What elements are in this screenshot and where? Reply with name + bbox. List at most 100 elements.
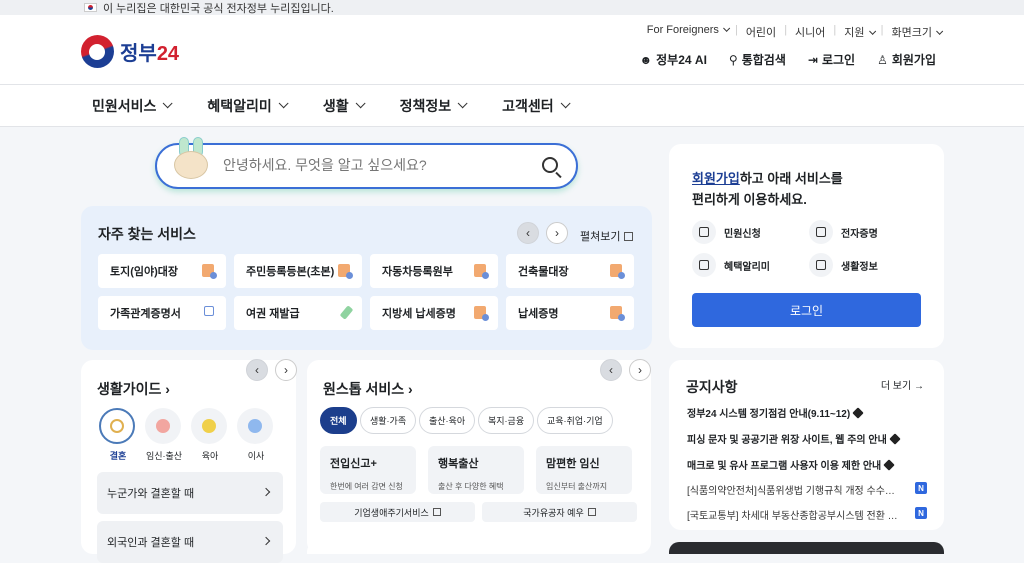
chevron-down-icon <box>868 27 876 35</box>
notice-item[interactable]: [국토교통부] 차세대 부동산종합공부시스템 전환 안내 N <box>687 507 927 521</box>
service-building-register[interactable]: 건축물대장 <box>506 254 634 288</box>
onestop-title[interactable]: 원스톱 서비스 › <box>323 379 413 399</box>
integrated-search-button[interactable]: ⚲ 통합검색 <box>729 51 786 68</box>
notice-item[interactable]: 정부24 시스템 정기점검 안내(9.11~12) <box>687 405 927 420</box>
notice-panel: 공지사항 더 보기 → 정부24 시스템 정기점검 안내(9.11~12) 피싱… <box>669 360 944 530</box>
logo-text: 정부24 <box>120 43 180 65</box>
service-vehicle-register[interactable]: 자동차등록원부 <box>370 254 498 288</box>
taegeuk-logo-icon <box>81 35 114 68</box>
service-passport-reissue[interactable]: 여권 재발급 <box>234 296 362 330</box>
for-foreigners-link[interactable]: For Foreigners <box>647 24 731 40</box>
nav-customer-center[interactable]: 고객센터 <box>502 96 571 116</box>
chevron-down-icon <box>355 98 366 109</box>
onestop-link-business[interactable]: 기업생애주기서비스 <box>320 502 475 522</box>
pin-icon <box>889 433 901 445</box>
login-item-benefits[interactable]: 혜택알리미 <box>692 253 770 277</box>
life-cat-pregnancy[interactable]: 임신·출산 <box>145 408 183 462</box>
prev-arrow-button[interactable]: ‹ <box>517 222 539 244</box>
gov24-ai-button[interactable]: ☻ 정부24 AI <box>640 51 707 68</box>
service-tax-certificate[interactable]: 납세증명 <box>506 296 634 330</box>
life-guide-title[interactable]: 생활가이드 › <box>97 379 170 399</box>
document-icon <box>610 264 625 279</box>
rings-icon <box>99 408 135 444</box>
nav-policy[interactable]: 정책정보 <box>400 96 468 116</box>
onestop-next-button[interactable]: › <box>629 359 651 381</box>
signup-link[interactable]: ♙ 회원가입 <box>877 51 936 68</box>
senior-link[interactable]: 시니어 <box>795 24 825 40</box>
document-icon <box>610 306 625 321</box>
life-row-marriage[interactable]: 누군가와 결혼할 때 <box>97 472 283 514</box>
login-item-life-info[interactable]: 생활정보 <box>809 253 878 277</box>
expand-button[interactable]: 펼쳐보기 <box>580 228 634 244</box>
chevron-down-icon <box>723 24 731 32</box>
onestop-card-move-in[interactable]: 전입신고+ 한번에 여러 감면 신청 <box>320 446 416 494</box>
document-icon <box>202 264 217 279</box>
life-row-foreign-marriage[interactable]: 외국인과 결혼할 때 <box>97 521 283 563</box>
new-badge: N <box>915 507 927 519</box>
pin-icon <box>883 459 895 471</box>
service-resident-register[interactable]: 주민등록등본(초본) <box>234 254 362 288</box>
main-search-box <box>155 137 578 189</box>
chevron-down-icon <box>936 27 944 35</box>
login-item-e-certificate[interactable]: 전자증명 <box>809 220 878 244</box>
gift-icon <box>692 253 716 277</box>
life-next-button[interactable]: › <box>275 359 297 381</box>
life-cat-moving[interactable]: 이사 <box>237 408 275 462</box>
login-item-civil-request[interactable]: 민원신청 <box>692 220 761 244</box>
life-cat-marriage[interactable]: 결혼 <box>99 408 137 462</box>
main-nav: 민원서비스 혜택알리미 생활 정책정보 고객센터 <box>0 85 1024 127</box>
login-link[interactable]: ⇥ 로그인 <box>808 51 855 68</box>
search-submit-icon[interactable] <box>542 157 558 173</box>
external-link-icon <box>587 508 596 516</box>
login-button[interactable]: 로그인 <box>692 293 921 327</box>
onestop-card-birth[interactable]: 행복출산 출산 후 다양한 혜택 <box>428 446 524 494</box>
bottom-card <box>307 542 553 554</box>
info-card-icon <box>809 253 833 277</box>
notice-item[interactable]: 피싱 문자 및 공공기관 위장 사이트, 웹 주의 안내 <box>687 431 927 446</box>
login-icon: ⇥ <box>807 52 818 67</box>
new-badge: N <box>915 482 927 494</box>
chevron-down-icon <box>163 98 173 109</box>
gov24-logo[interactable]: 정부24 <box>81 35 179 68</box>
main-utility: ☻ 정부24 AI ⚲ 통합검색 ⇥ 로그인 ♙ 회원가입 <box>640 51 937 68</box>
service-local-tax-certificate[interactable]: 지방세 납세증명 <box>370 296 498 330</box>
nav-benefits[interactable]: 혜택알리미 <box>207 96 289 116</box>
service-land-register[interactable]: 토지(임야)대장 <box>98 254 226 288</box>
search-input[interactable] <box>223 157 523 173</box>
nav-life[interactable]: 생활 <box>323 96 366 116</box>
document-icon <box>474 306 489 321</box>
chip-welfare-finance[interactable]: 복지·금융 <box>478 407 535 434</box>
support-link[interactable]: 지원 <box>844 24 876 40</box>
screen-size-link[interactable]: 화면크기 <box>891 24 944 40</box>
certificate-icon <box>809 220 833 244</box>
life-guide: 생활가이드 › 결혼 임신·출산 육아 이사 누군가와 결혼할 때 외국인과 결… <box>81 360 296 563</box>
life-cat-childcare[interactable]: 육아 <box>191 408 229 462</box>
onestop-card-pregnancy[interactable]: 맘편한 임신 임신부터 출산까지 <box>536 446 632 494</box>
onestop-link-veterans[interactable]: 국가유공자 예우 <box>482 502 637 522</box>
onestop-prev-button[interactable]: ‹ <box>600 359 622 381</box>
login-panel: 회원가입하고 아래 서비스를 편리하게 이용하세요. 민원신청 전자증명 혜택알리… <box>669 144 944 348</box>
utility-links: For Foreigners | 어린이 | 시니어 | 지원 | 화면크기 <box>647 24 944 40</box>
next-arrow-button[interactable]: › <box>546 222 568 244</box>
life-prev-button[interactable]: ‹ <box>246 359 268 381</box>
search-icon: ⚲ <box>728 52 738 67</box>
chevron-down-icon <box>560 98 571 109</box>
children-link[interactable]: 어린이 <box>746 24 776 40</box>
notice-item[interactable]: 매크로 및 유사 프로그램 사용자 이용 제한 안내 <box>687 457 927 472</box>
chip-education-job[interactable]: 교육·취업·기업 <box>537 407 613 434</box>
chevron-down-icon <box>457 98 468 109</box>
signup-link[interactable]: 회원가입 <box>692 171 740 186</box>
site-header: 정부24 For Foreigners | 어린이 | 시니어 | 지원 | 화… <box>0 15 1024 85</box>
notice-item[interactable]: [식품의약안전처]식품위생법 기행규칙 개정 수수료 안내 N <box>687 482 927 496</box>
service-family-certificate[interactable]: 가족관계증명서 <box>98 296 226 330</box>
frequent-services-title: 자주 찾는 서비스 <box>98 226 196 242</box>
chip-life-family[interactable]: 생활·가족 <box>360 407 417 434</box>
chip-birth-childcare[interactable]: 출산·육아 <box>419 407 476 434</box>
ai-icon: ☻ <box>639 52 653 67</box>
bottom-banner[interactable] <box>669 542 944 554</box>
nav-civil-service[interactable]: 민원서비스 <box>92 96 173 116</box>
document-icon <box>338 264 353 279</box>
korea-flag-icon <box>84 3 97 12</box>
notice-more-link[interactable]: 더 보기 → <box>881 377 924 392</box>
chip-all[interactable]: 전체 <box>320 407 357 434</box>
